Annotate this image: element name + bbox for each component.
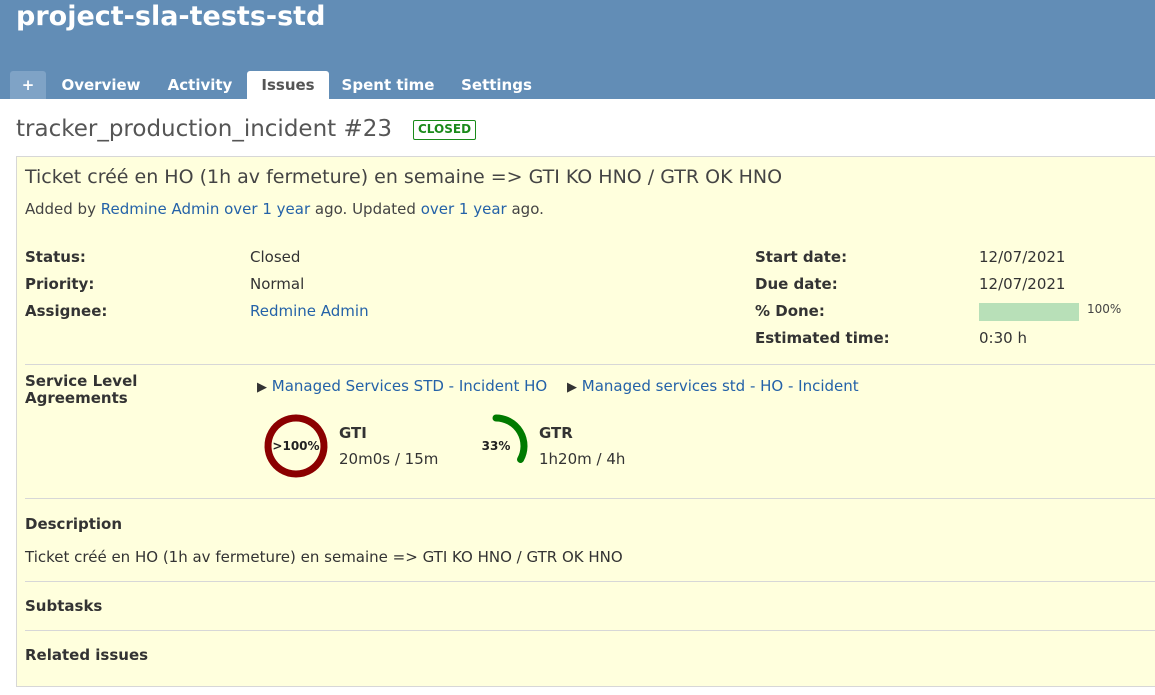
done-percent-text: 100% — [1087, 302, 1122, 316]
assignee-link[interactable]: Redmine Admin — [250, 302, 369, 320]
status-value: Closed — [250, 248, 301, 266]
tab-overview[interactable]: Overview — [52, 71, 150, 99]
done-progress-bar — [979, 303, 1079, 321]
author-prefix: Added by — [25, 200, 96, 218]
description-text: Ticket créé en HO (1h av fermeture) en s… — [25, 548, 623, 566]
related-issues-label: Related issues — [25, 646, 149, 664]
description-label: Description — [25, 515, 123, 533]
estimated-time-label: Estimated time: — [755, 329, 890, 347]
gti-value: 20m0s / 15m — [339, 450, 439, 468]
gti-gauge: >100% — [264, 414, 328, 478]
new-object-button[interactable]: + — [10, 71, 46, 99]
ago-updated-text: ago. Updated — [314, 200, 416, 218]
sla-link-1: ▶ Managed Services STD - Incident HO — [257, 377, 547, 395]
subtasks-label: Subtasks — [25, 597, 103, 615]
issue-heading: tracker_production_incident #23 — [16, 116, 393, 142]
status-badge: CLOSED — [413, 120, 477, 140]
start-date-value: 12/07/2021 — [979, 248, 1066, 266]
sla-label-line2: Agreements — [25, 389, 128, 407]
tab-issues[interactable]: Issues — [247, 71, 329, 99]
gtr-percent: 33% — [482, 439, 511, 453]
issue-details: Ticket créé en HO (1h av fermeture) en s… — [16, 156, 1155, 687]
gtr-gauge: 33% — [482, 414, 528, 463]
priority-label: Priority: — [25, 275, 95, 293]
updated-ago-link[interactable]: over 1 year — [421, 200, 507, 218]
triangle-right-icon: ▶ — [567, 380, 577, 395]
separator — [25, 498, 1155, 499]
author-link[interactable]: Redmine Admin — [101, 200, 220, 218]
project-title[interactable]: project-sla-tests-std — [16, 0, 325, 34]
status-label: Status: — [25, 248, 86, 266]
issue-author-line: Added by Redmine Admin over 1 year ago. … — [25, 200, 544, 218]
gti-name: GTI — [339, 424, 367, 442]
added-ago-link[interactable]: over 1 year — [224, 200, 310, 218]
sla-label-line1: Service Level — [25, 372, 138, 390]
sla-link-2: ▶ Managed services std - HO - Incident — [567, 377, 859, 395]
done-label: % Done: — [755, 302, 825, 320]
tab-spent-time[interactable]: Spent time — [332, 71, 444, 99]
header: project-sla-tests-std + Overview Activit… — [0, 0, 1155, 99]
separator — [25, 364, 1155, 365]
priority-value: Normal — [250, 275, 305, 293]
gti-percent: >100% — [272, 439, 319, 453]
ago-end-text: ago. — [511, 200, 544, 218]
separator — [25, 630, 1155, 631]
tab-activity[interactable]: Activity — [156, 71, 244, 99]
issue-subject: Ticket créé en HO (1h av fermeture) en s… — [25, 166, 783, 188]
start-date-label: Start date: — [755, 248, 848, 266]
separator — [25, 581, 1155, 582]
sla-link-ho-incident[interactable]: Managed services std - HO - Incident — [582, 377, 859, 395]
sla-label: Service Level Agreements — [25, 373, 137, 407]
gtr-name: GTR — [539, 424, 573, 442]
assignee-label: Assignee: — [25, 302, 108, 320]
due-date-label: Due date: — [755, 275, 838, 293]
estimated-time-value: 0:30 h — [979, 329, 1027, 347]
gtr-value: 1h20m / 4h — [539, 450, 626, 468]
tab-settings[interactable]: Settings — [450, 71, 543, 99]
sla-link-incident-ho[interactable]: Managed Services STD - Incident HO — [272, 377, 547, 395]
due-date-value: 12/07/2021 — [979, 275, 1066, 293]
triangle-right-icon: ▶ — [257, 380, 267, 395]
